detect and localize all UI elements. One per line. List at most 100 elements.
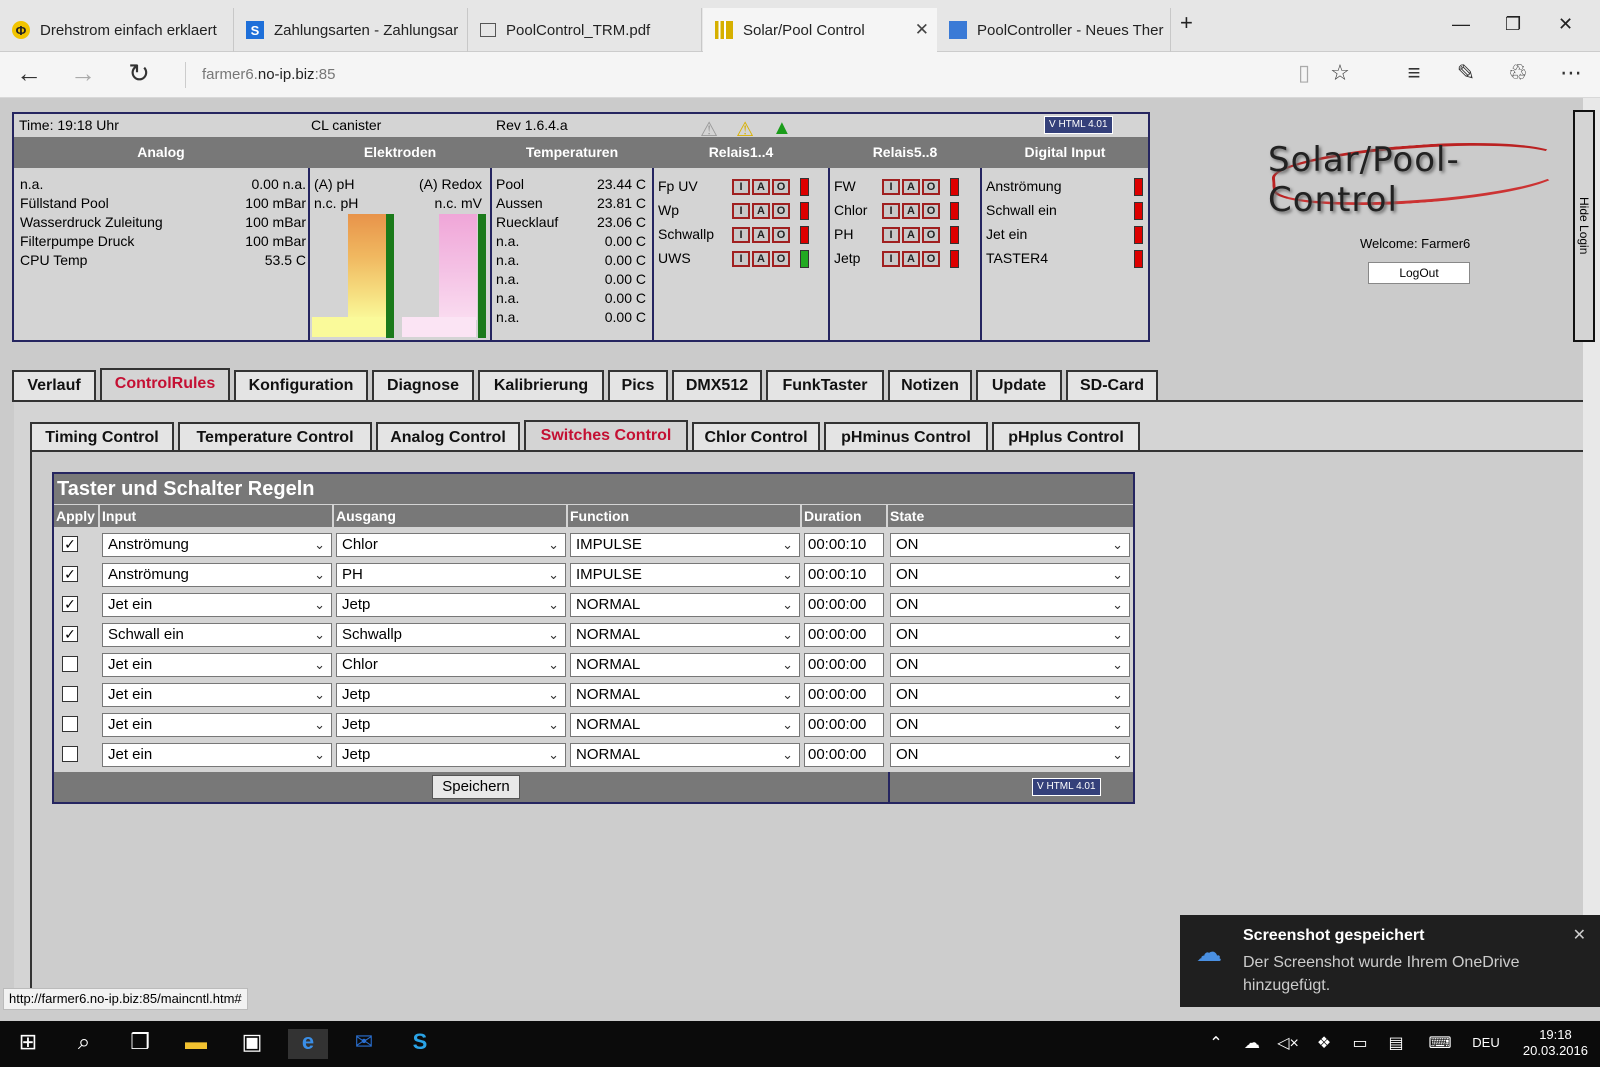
duration-input[interactable]: 00:00:00 [804,593,884,617]
clock[interactable]: 19:18 20.03.2016 [1523,1027,1588,1059]
state-select[interactable]: ON ⌄ [890,653,1130,677]
relay-off-button[interactable]: O [922,203,940,219]
apply-checkbox[interactable] [62,746,78,762]
browser-tab-3[interactable]: PoolControl_TRM.pdf [468,8,702,52]
dropbox-icon[interactable]: ❖ [1304,1033,1344,1063]
search-icon[interactable]: ⌕ [64,1029,104,1059]
output-select[interactable]: Jetp ⌄ [336,713,566,737]
input-select[interactable]: Schwall ein ⌄ [102,623,332,647]
duration-input[interactable]: 00:00:00 [804,713,884,737]
tab-timing-control[interactable]: Timing Control [30,422,174,452]
relay-on-button[interactable]: I [882,227,900,243]
store-icon[interactable]: ▣ [232,1029,272,1059]
output-select[interactable]: Jetp ⌄ [336,683,566,707]
relay-off-button[interactable]: O [772,227,790,243]
state-select[interactable]: ON ⌄ [890,713,1130,737]
outlook-icon[interactable]: ✉ [344,1029,384,1059]
relay-on-button[interactable]: I [732,203,750,219]
apply-checkbox[interactable]: ✓ [62,536,78,552]
share-icon[interactable]: ♲ [1502,60,1534,86]
refresh-icon[interactable]: ↻ [122,58,156,89]
function-select[interactable]: NORMAL ⌄ [570,653,800,677]
duration-input[interactable]: 00:00:10 [804,563,884,587]
tab-konfiguration[interactable]: Konfiguration [234,370,368,400]
duration-input[interactable]: 00:00:00 [804,743,884,767]
function-select[interactable]: NORMAL ⌄ [570,743,800,767]
relay-auto-button[interactable]: A [752,179,770,195]
duration-input[interactable]: 00:00:00 [804,653,884,677]
duration-input[interactable]: 00:00:00 [804,623,884,647]
close-icon[interactable]: ✕ [1573,925,1586,945]
language-indicator[interactable]: DEU [1466,1035,1506,1065]
tab-switches-control[interactable]: Switches Control [524,420,688,452]
tab-phplus-control[interactable]: pHplus Control [992,422,1140,452]
output-select[interactable]: PH ⌄ [336,563,566,587]
file-explorer-icon[interactable]: ▬ [176,1029,216,1059]
input-select[interactable]: Anströmung ⌄ [102,533,332,557]
apply-checkbox[interactable] [62,686,78,702]
relay-off-button[interactable]: O [772,203,790,219]
url-field[interactable]: farmer6.no-ip.biz:85 [185,62,335,88]
minimize-icon[interactable]: — [1452,14,1470,35]
favorite-star-icon[interactable]: ☆ [1324,60,1356,86]
hide-login-button[interactable]: Hide Login [1573,110,1595,342]
tray-chevron-up-icon[interactable]: ⌃ [1196,1033,1236,1063]
web-note-icon[interactable]: ✎ [1450,60,1482,86]
save-button[interactable]: Speichern [432,775,520,799]
back-arrow-icon[interactable]: ← [12,58,46,89]
relay-on-button[interactable]: I [882,251,900,267]
tab-dmx512[interactable]: DMX512 [672,370,762,400]
apply-checkbox[interactable] [62,716,78,732]
tab-funktaster[interactable]: FunkTaster [766,370,884,400]
new-tab-icon[interactable]: + [1180,10,1193,36]
hub-icon[interactable]: ≡ [1398,60,1430,86]
battery-icon[interactable]: ▭ [1340,1033,1380,1063]
tab-analog-control[interactable]: Analog Control [376,422,520,452]
toast-notification[interactable]: ☁ Screenshot gespeichert Der Screenshot … [1180,915,1600,1007]
apply-checkbox[interactable] [62,656,78,672]
html-valid-badge[interactable]: V HTML 4.01 [1044,116,1113,134]
tab-controlrules[interactable]: ControlRules [100,368,230,402]
input-select[interactable]: Anströmung ⌄ [102,563,332,587]
browser-tab-1[interactable]: Φ Drehstrom einfach erklaert [0,8,234,52]
relay-off-button[interactable]: O [922,227,940,243]
function-select[interactable]: NORMAL ⌄ [570,593,800,617]
tab-sd-card[interactable]: SD-Card [1066,370,1158,400]
tab-verlauf[interactable]: Verlauf [12,370,96,400]
tab-kalibrierung[interactable]: Kalibrierung [478,370,604,400]
tab-chlor-control[interactable]: Chlor Control [692,422,820,452]
output-select[interactable]: Chlor ⌄ [336,653,566,677]
close-window-icon[interactable]: ✕ [1558,14,1573,35]
logout-button[interactable]: LogOut [1368,262,1470,284]
relay-auto-button[interactable]: A [752,251,770,267]
function-select[interactable]: NORMAL ⌄ [570,683,800,707]
relay-off-button[interactable]: O [922,251,940,267]
keyboard-icon[interactable]: ⌨ [1420,1033,1460,1063]
input-select[interactable]: Jet ein ⌄ [102,743,332,767]
relay-off-button[interactable]: O [772,179,790,195]
restore-icon[interactable]: ❐ [1505,14,1521,35]
state-select[interactable]: ON ⌄ [890,683,1130,707]
relay-auto-button[interactable]: A [902,251,920,267]
tab-notizen[interactable]: Notizen [888,370,972,400]
relay-on-button[interactable]: I [732,251,750,267]
edge-icon[interactable]: e [288,1029,328,1059]
state-select[interactable]: ON ⌄ [890,623,1130,647]
duration-input[interactable]: 00:00:10 [804,533,884,557]
browser-tab-2[interactable]: S Zahlungsarten - Zahlungsar [234,8,468,52]
skype-icon[interactable]: S [400,1029,440,1059]
state-select[interactable]: ON ⌄ [890,743,1130,767]
relay-on-button[interactable]: I [882,203,900,219]
input-select[interactable]: Jet ein ⌄ [102,683,332,707]
output-select[interactable]: Jetp ⌄ [336,743,566,767]
function-select[interactable]: NORMAL ⌄ [570,623,800,647]
tab-diagnose[interactable]: Diagnose [372,370,474,400]
relay-auto-button[interactable]: A [902,179,920,195]
task-view-icon[interactable]: ❒ [120,1029,160,1059]
browser-tab-active[interactable]: Solar/Pool Control ✕ [703,8,937,52]
duration-input[interactable]: 00:00:00 [804,683,884,707]
tab-phminus-control[interactable]: pHminus Control [824,422,988,452]
relay-auto-button[interactable]: A [752,203,770,219]
output-select[interactable]: Jetp ⌄ [336,593,566,617]
relay-on-button[interactable]: I [732,227,750,243]
